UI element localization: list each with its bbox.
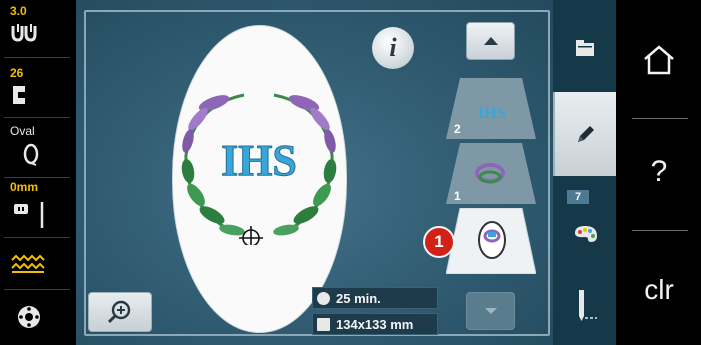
layer-2[interactable]: IHS 2 <box>446 78 536 139</box>
zoom-in-icon <box>107 300 131 324</box>
tab-edit[interactable] <box>553 92 616 176</box>
needle-value: 3.0 <box>10 4 27 18</box>
hoop-value: Oval <box>10 124 35 138</box>
presser-foot-status[interactable]: 26 <box>4 62 70 118</box>
presser-foot-value: 26 <box>10 66 24 80</box>
tab-selection[interactable] <box>553 6 616 90</box>
resize-icon <box>317 317 330 331</box>
tab-colors[interactable]: 7 <box>553 186 616 266</box>
info-label: i <box>389 33 397 62</box>
layer-1[interactable]: 1 <box>446 143 536 204</box>
info-button[interactable]: i <box>372 27 414 69</box>
scroll-up-button[interactable] <box>466 22 515 60</box>
needle-plate-icon <box>10 200 50 235</box>
palette-icon <box>574 226 597 242</box>
arrow-up-icon <box>483 37 498 45</box>
callout-marker: 1 <box>423 226 455 258</box>
layer-combined-selected[interactable] <box>445 207 537 275</box>
stitch-time-value: 25 min. <box>336 290 381 306</box>
callout-label: 1 <box>434 232 444 251</box>
folder-icon <box>575 40 594 56</box>
bobbin-status[interactable] <box>4 292 70 342</box>
stitch-time: 25 min. <box>312 287 438 309</box>
layer-2-number: 2 <box>454 122 461 136</box>
status-bar: 3.0 26 Oval 0mm <box>0 0 76 345</box>
feed-dog-status[interactable] <box>4 240 70 290</box>
separator <box>632 118 688 119</box>
embroidery-edit-area: IHS i 25 min. 134x133 mm IHS 2 1 1 <box>76 0 553 345</box>
design-size: 134x133 mm <box>312 313 438 335</box>
scroll-down-button[interactable] <box>466 292 515 330</box>
needle-plate-value: 0mm <box>10 180 39 194</box>
home-icon <box>644 45 674 75</box>
clock-icon <box>317 291 330 305</box>
embroidery-design[interactable]: IHS <box>174 85 344 250</box>
presser-foot-icon <box>10 84 30 111</box>
help-button[interactable]: ? <box>622 124 696 220</box>
clear-label: clr <box>644 274 674 305</box>
needle-sew-icon <box>578 290 597 321</box>
separator <box>632 230 688 231</box>
clear-button[interactable]: clr <box>622 242 696 338</box>
pencil-icon <box>577 126 594 142</box>
feed-dog-icon <box>10 254 46 279</box>
oval-hoop-icon <box>22 142 40 171</box>
help-label: ? <box>650 155 668 188</box>
zoom-button[interactable] <box>88 292 152 332</box>
tab-stitch-out[interactable] <box>553 270 616 340</box>
color-count-badge: 7 <box>567 190 589 204</box>
arrow-down-icon <box>484 308 497 314</box>
bobbin-icon <box>16 304 42 335</box>
design-size-value: 134x133 mm <box>336 316 414 332</box>
hoop-status[interactable]: Oval <box>4 122 70 178</box>
layer-2-preview-icon: IHS <box>478 105 506 122</box>
twin-needle-icon <box>10 22 38 49</box>
system-bar: ? clr <box>616 0 701 345</box>
home-button[interactable] <box>622 12 696 108</box>
mode-tabs: 7 <box>553 0 616 345</box>
layer-1-number: 1 <box>454 189 461 203</box>
needle-status[interactable]: 3.0 <box>4 2 70 58</box>
needle-plate-status[interactable]: 0mm <box>4 178 70 238</box>
monogram-text: IHS <box>221 136 297 185</box>
